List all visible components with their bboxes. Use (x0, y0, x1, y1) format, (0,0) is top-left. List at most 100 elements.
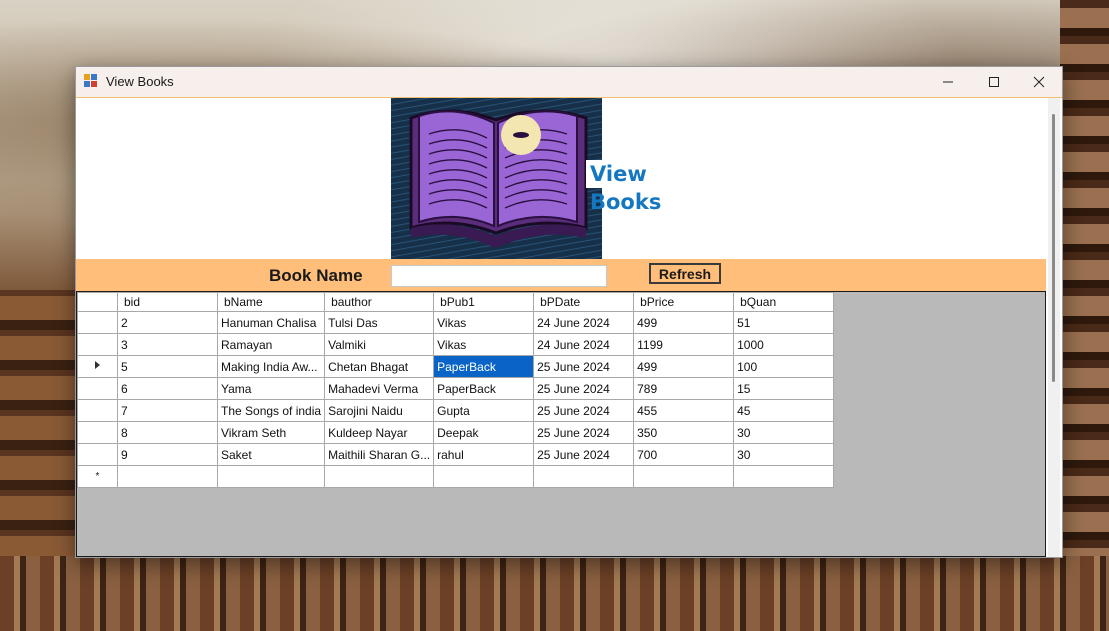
table-cell[interactable]: 499 (633, 311, 735, 334)
table-cell[interactable]: Kuldeep Nayar (324, 421, 435, 444)
column-header-bauthor[interactable]: bauthor (324, 292, 435, 312)
column-header-bquan[interactable]: bQuan (733, 292, 835, 312)
table-cell[interactable]: 8 (117, 421, 218, 444)
new-row[interactable]: * (77, 465, 835, 488)
table-cell[interactable]: 5 (117, 355, 218, 378)
table-cell[interactable]: 700 (633, 443, 735, 466)
open-book-picture (391, 98, 602, 259)
table-row-current[interactable]: 5 Making India Aw... Chetan Bhagat Paper… (77, 355, 835, 378)
table-cell[interactable]: 45 (733, 399, 835, 422)
table-cell[interactable]: 6 (117, 377, 218, 400)
close-button[interactable] (1016, 67, 1062, 97)
table-cell[interactable]: 2 (117, 311, 218, 334)
table-cell[interactable]: Chetan Bhagat (324, 355, 435, 378)
column-header-bpdate[interactable]: bPDate (533, 292, 635, 312)
table-cell[interactable]: 30 (733, 421, 835, 444)
book-name-input[interactable] (391, 265, 607, 287)
form-client-area: View Books Book Name Refresh bid bName b… (76, 98, 1046, 557)
table-cell[interactable]: 1199 (633, 333, 735, 356)
table-cell-empty[interactable] (533, 465, 635, 488)
search-bar: Book Name Refresh (76, 259, 1046, 291)
table-cell[interactable]: 3 (117, 333, 218, 356)
table-cell[interactable]: 15 (733, 377, 835, 400)
row-header[interactable] (77, 311, 118, 334)
table-cell[interactable]: Yama (216, 377, 326, 400)
row-header[interactable] (77, 421, 118, 444)
vertical-scrollbar[interactable] (1048, 98, 1060, 557)
row-header-corner[interactable] (77, 292, 118, 312)
row-header[interactable] (77, 443, 118, 466)
row-header[interactable] (77, 399, 118, 422)
table-cell[interactable]: Vikas (433, 333, 535, 356)
table-cell[interactable]: 1000 (733, 333, 835, 356)
table-row[interactable]: 7 The Songs of india Sarojini Naidu Gupt… (77, 399, 835, 422)
column-header-bpub1[interactable]: bPub1 (433, 292, 535, 312)
table-cell[interactable]: Saket (216, 443, 326, 466)
book-name-label: Book Name (269, 266, 363, 285)
table-cell[interactable]: Vikas (433, 311, 535, 334)
table-cell[interactable]: PaperBack (433, 377, 535, 400)
table-cell[interactable]: 25 June 2024 (533, 421, 635, 444)
close-icon (1033, 76, 1045, 88)
table-cell[interactable]: Making India Aw... (216, 355, 326, 378)
table-cell[interactable]: 350 (633, 421, 735, 444)
title-bar[interactable]: View Books (76, 67, 1062, 98)
table-cell[interactable]: Vikram Seth (216, 421, 326, 444)
table-cell[interactable]: 24 June 2024 (533, 311, 635, 334)
table-cell[interactable]: 9 (117, 443, 218, 466)
table-cell[interactable]: 51 (733, 311, 835, 334)
table-cell[interactable]: rahul (433, 443, 535, 466)
table-cell[interactable]: 789 (633, 377, 735, 400)
table-cell[interactable]: 24 June 2024 (533, 333, 635, 356)
table-row[interactable]: 8 Vikram Seth Kuldeep Nayar Deepak 25 Ju… (77, 421, 835, 444)
page-heading: View Books (586, 160, 714, 214)
table-cell-empty[interactable] (433, 465, 535, 488)
row-header-current[interactable] (77, 355, 118, 378)
table-cell[interactable]: The Songs of india (216, 399, 326, 422)
wallpaper-bookshelf-bottom (0, 556, 1109, 631)
table-row[interactable]: 9 Saket Maithili Sharan G... rahul 25 Ju… (77, 443, 835, 466)
table-cell[interactable]: 25 June 2024 (533, 399, 635, 422)
table-cell[interactable]: Tulsi Das (324, 311, 435, 334)
table-cell[interactable]: Valmiki (324, 333, 435, 356)
table-cell[interactable]: Gupta (433, 399, 535, 422)
table-row[interactable]: 3 Ramayan Valmiki Vikas 24 June 2024 119… (77, 333, 835, 356)
table-row[interactable]: 6 Yama Mahadevi Verma PaperBack 25 June … (77, 377, 835, 400)
wallpaper-bookshelf-right (1060, 0, 1109, 631)
table-cell[interactable]: 25 June 2024 (533, 377, 635, 400)
column-header-bprice[interactable]: bPrice (633, 292, 735, 312)
table-cell[interactable]: 455 (633, 399, 735, 422)
table-cell[interactable]: 499 (633, 355, 735, 378)
table-cell[interactable]: Deepak (433, 421, 535, 444)
table-cell-empty[interactable] (117, 465, 218, 488)
row-header[interactable] (77, 377, 118, 400)
column-header-bname[interactable]: bName (216, 292, 326, 312)
table-cell[interactable]: 100 (733, 355, 835, 378)
refresh-button[interactable]: Refresh (649, 263, 721, 284)
maximize-button[interactable] (971, 67, 1017, 97)
table-cell[interactable]: 30 (733, 443, 835, 466)
table-cell[interactable]: Ramayan (216, 333, 326, 356)
table-cell-empty[interactable] (733, 465, 835, 488)
table-cell-selected[interactable]: PaperBack (433, 355, 535, 378)
table-cell[interactable]: 7 (117, 399, 218, 422)
table-cell[interactable]: Mahadevi Verma (324, 377, 435, 400)
table-cell-empty[interactable] (216, 465, 326, 488)
table-cell-empty[interactable] (324, 465, 435, 488)
new-row-marker: * (77, 465, 118, 488)
table-row[interactable]: 2 Hanuman Chalisa Tulsi Das Vikas 24 Jun… (77, 311, 835, 334)
table-cell[interactable]: Sarojini Naidu (324, 399, 435, 422)
table-cell[interactable]: Maithili Sharan G... (324, 443, 435, 466)
app-icon (84, 74, 98, 88)
column-header-bid[interactable]: bid (117, 292, 218, 312)
table-cell[interactable]: Hanuman Chalisa (216, 311, 326, 334)
window-title: View Books (106, 74, 174, 89)
view-books-window: View Books View Books Book Name Refresh … (75, 66, 1063, 558)
table-cell-empty[interactable] (633, 465, 735, 488)
scrollbar-thumb[interactable] (1052, 114, 1055, 382)
table-cell[interactable]: 25 June 2024 (533, 355, 635, 378)
row-header[interactable] (77, 333, 118, 356)
books-data-grid[interactable]: bid bName bauthor bPub1 bPDate bPrice bQ… (76, 291, 1046, 557)
table-cell[interactable]: 25 June 2024 (533, 443, 635, 466)
minimize-button[interactable] (925, 67, 971, 97)
